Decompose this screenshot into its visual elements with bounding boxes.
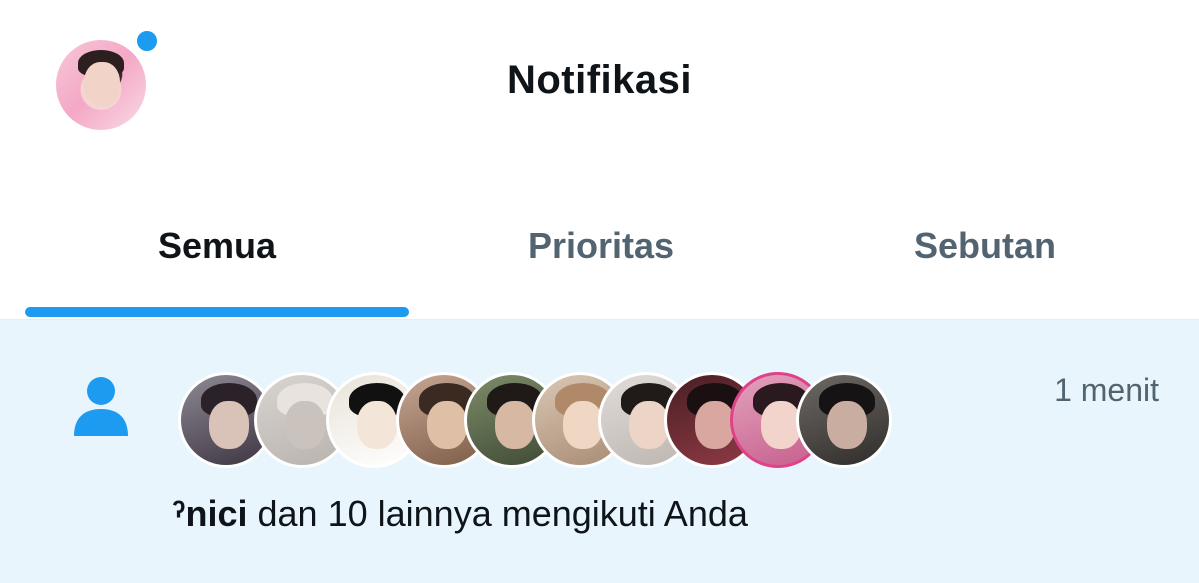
follow-notification[interactable]: 1 menit ˀnici dan 10 lainnya mengikuti A… (0, 320, 1199, 583)
notification-message: dan 10 lainnya mengikuti Anda (247, 493, 748, 534)
tab-prioritas[interactable]: Prioritas (409, 180, 793, 320)
follower-name[interactable]: ˀnici (172, 493, 248, 534)
active-tab-indicator (25, 307, 409, 317)
tab-sebutan[interactable]: Sebutan (793, 180, 1177, 320)
notification-text: ˀnici dan 10 lainnya mengikuti Anda (172, 493, 748, 535)
tab-label: Prioritas (527, 225, 675, 266)
person-icon (74, 377, 128, 436)
tab-bar: Semua Prioritas Sebutan (0, 180, 1199, 320)
page-title: Notifikasi (506, 58, 693, 102)
tab-semua[interactable]: Semua (25, 180, 409, 320)
tab-label: Sebutan (913, 225, 1056, 266)
notification-time: 1 menit (1054, 372, 1159, 408)
new-indicator-dot (134, 28, 160, 54)
header: Notifikasi (0, 0, 1199, 180)
tab-label: Semua (157, 225, 277, 266)
follower-avatar[interactable] (796, 372, 892, 468)
